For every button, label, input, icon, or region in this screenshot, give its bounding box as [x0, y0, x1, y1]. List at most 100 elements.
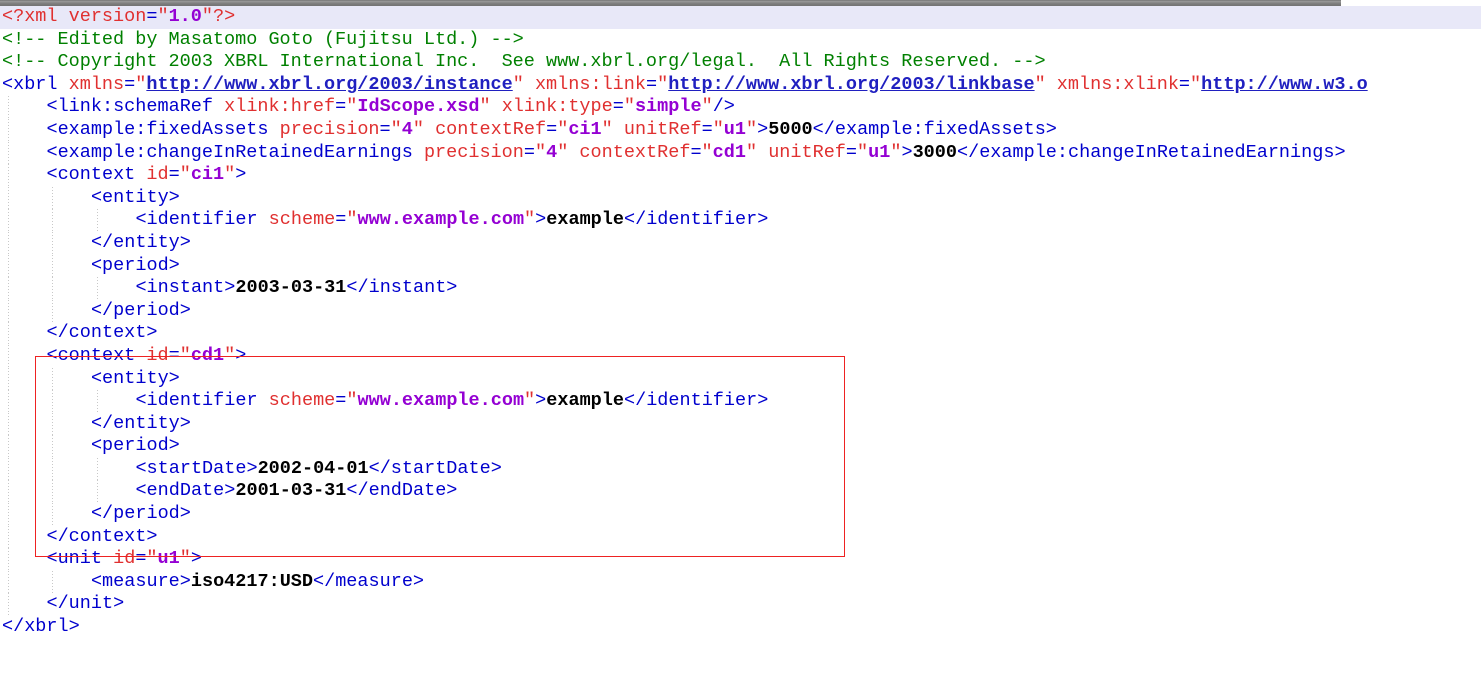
token-quote: "	[745, 141, 758, 163]
code-line[interactable]: </period>	[0, 503, 1481, 526]
token-tag: <link:schemaRef	[46, 96, 225, 118]
code-line-content: </entity>	[2, 413, 191, 434]
code-line[interactable]: </unit>	[0, 593, 1481, 617]
token-attr: id	[113, 548, 136, 570]
token-url[interactable]: http://www.xbrl.org/2003/instance	[146, 74, 512, 95]
token-punct: =	[1178, 73, 1191, 95]
code-line[interactable]: <context id="ci1">	[0, 164, 1481, 187]
code-line[interactable]: <!-- Edited by Masatomo Goto (Fujitsu Lt…	[0, 29, 1481, 52]
code-line-content: <!-- Copyright 2003 XBRL International I…	[2, 51, 1046, 72]
token-punct: =	[146, 6, 158, 27]
token-quote: "	[179, 164, 191, 186]
token-attr: xmlns	[68, 73, 125, 95]
code-line[interactable]: </xbrl>	[0, 616, 1481, 639]
code-line-content: <unit id="u1">	[2, 548, 202, 569]
xml-code-view[interactable]: <?xml version="1.0"?> <!-- Edited by Masa…	[0, 6, 1481, 697]
token-tag: >	[757, 118, 769, 140]
code-line[interactable]: <!-- Copyright 2003 XBRL International I…	[0, 51, 1481, 74]
token-val: ci1	[568, 118, 602, 140]
code-line[interactable]: <instant>2003-03-31</instant>	[0, 277, 1481, 300]
code-line-content: </xbrl>	[2, 616, 80, 637]
code-line-content: <xbrl xmlns="http://www.xbrl.org/2003/in…	[2, 74, 1368, 95]
token-punct: =	[523, 141, 535, 163]
code-line[interactable]: <example:fixedAssets precision="4" conte…	[0, 118, 1481, 142]
code-line[interactable]: <entity>	[0, 186, 1481, 210]
code-line-content: <measure>iso4217:USD</measure>	[2, 571, 424, 592]
token-quote: "	[1190, 73, 1202, 95]
code-line-content: <example:fixedAssets precision="4" conte…	[2, 118, 1056, 140]
code-line[interactable]: <period>	[0, 254, 1481, 278]
token-tag: >	[901, 141, 913, 163]
token-quote: "	[524, 209, 536, 231]
code-line-content: <?xml version="1.0"?>	[2, 6, 235, 27]
token-tag: </identifier>	[623, 209, 769, 231]
token-tag: <startDate>	[135, 457, 258, 479]
code-line-content: </context>	[2, 526, 157, 547]
token-attr: precision	[279, 118, 380, 140]
code-line[interactable]: <identifier scheme="www.example.com">exa…	[0, 209, 1481, 232]
code-line-content: </context>	[2, 322, 157, 343]
token-pi: ?>	[212, 6, 236, 27]
code-line[interactable]: <period>	[0, 435, 1481, 458]
token-url[interactable]: http://www.w3.o	[1201, 74, 1368, 95]
code-line[interactable]: <xbrl xmlns="http://www.xbrl.org/2003/in…	[0, 74, 1481, 97]
token-tag: </endDate>	[346, 480, 458, 502]
code-line[interactable]: <startDate>2002-04-01</startDate>	[0, 457, 1481, 481]
token-val: IdScope.xsd	[357, 96, 480, 118]
token-attr: scheme	[268, 209, 336, 231]
token-tag: <unit	[46, 548, 114, 570]
token-tag: </xbrl>	[2, 616, 80, 638]
token-quote: "	[346, 96, 358, 118]
token-quote: "	[524, 390, 536, 412]
token-punct: =	[335, 390, 347, 412]
token-quote: "	[746, 118, 758, 140]
code-line[interactable]: <context id="cd1">	[0, 344, 1481, 368]
token-punct: =	[379, 118, 391, 140]
code-line[interactable]: <?xml version="1.0"?>	[0, 6, 1481, 29]
code-line-content: <identifier scheme="www.example.com">exa…	[2, 390, 768, 411]
token-text: 5000	[768, 118, 813, 140]
token-quote: "	[701, 96, 713, 118]
code-line[interactable]: <endDate>2001-03-31</endDate>	[0, 480, 1481, 504]
token-quote: "	[224, 344, 236, 366]
code-line[interactable]: </period>	[0, 299, 1481, 323]
token-quote: "	[512, 73, 524, 95]
code-line-content: <endDate>2001-03-31</endDate>	[2, 480, 457, 501]
token-tag: <context	[46, 344, 147, 366]
token-pi: <?xml	[2, 6, 69, 27]
code-line-content: </period>	[2, 300, 191, 321]
token-text: example	[546, 209, 624, 231]
token-quote: "	[712, 118, 724, 140]
token-text: 2001-03-31	[235, 480, 347, 502]
token-tag: <example:fixedAssets	[46, 118, 280, 140]
token-punct: =	[645, 73, 658, 95]
token-tag: </measure>	[313, 570, 425, 592]
code-line[interactable]: <identifier scheme="www.example.com">exa…	[0, 390, 1481, 413]
token-quote: "	[224, 164, 236, 186]
code-line[interactable]: <unit id="u1">	[0, 548, 1481, 571]
token-tag: <context	[46, 164, 147, 186]
token-attr: id	[146, 164, 169, 186]
token-tag: <identifier	[135, 390, 269, 412]
token-tag: </entity>	[90, 412, 191, 434]
code-line[interactable]: </context>	[0, 322, 1481, 345]
token-text: 2002-04-01	[257, 457, 369, 479]
code-line[interactable]: <measure>iso4217:USD</measure>	[0, 570, 1481, 594]
code-line[interactable]: <entity>	[0, 367, 1481, 391]
token-quote: "	[601, 118, 613, 140]
token-quote: "	[623, 96, 635, 118]
code-line[interactable]: </entity>	[0, 412, 1481, 436]
token-tag: >	[190, 548, 202, 570]
code-line[interactable]: <link:schemaRef xlink:href="IdScope.xsd"…	[0, 96, 1481, 119]
token-quote: "	[890, 141, 902, 163]
code-line[interactable]: </context>	[0, 525, 1481, 549]
code-line[interactable]: <example:changeInRetainedEarnings precis…	[0, 141, 1481, 165]
token-url[interactable]: http://www.xbrl.org/2003/linkbase	[668, 74, 1034, 95]
token-val: www.example.com	[357, 209, 525, 231]
code-line[interactable]: </entity>	[0, 231, 1481, 255]
token-attr: version	[68, 6, 147, 27]
